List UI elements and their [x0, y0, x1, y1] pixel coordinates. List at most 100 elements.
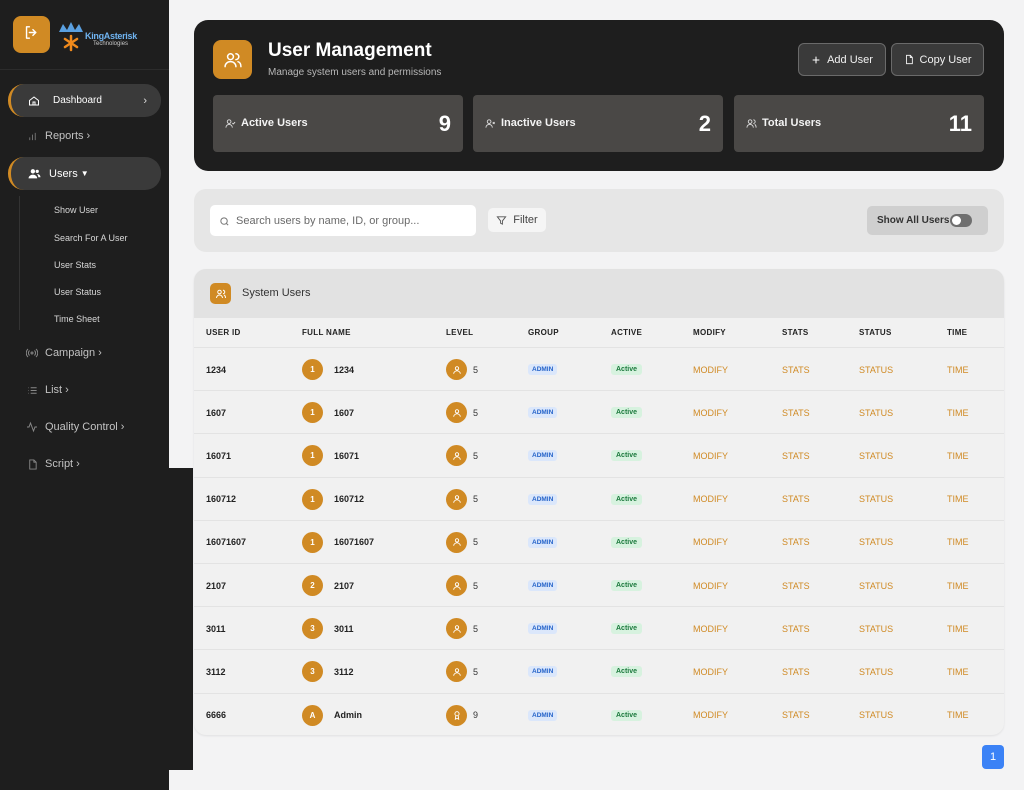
stats-link[interactable]: STATS — [782, 434, 810, 477]
sidebar-item-reports[interactable]: Reports › — [25, 130, 90, 142]
time-link[interactable]: TIME — [947, 564, 969, 607]
stats-link[interactable]: STATS — [782, 348, 810, 391]
time-link[interactable]: TIME — [947, 650, 969, 693]
chevron-right-icon: › — [86, 130, 91, 142]
time-link[interactable]: TIME — [947, 607, 969, 650]
search-input[interactable] — [236, 205, 472, 236]
toggle-switch[interactable] — [950, 214, 972, 227]
full-name: 3011 — [334, 623, 354, 634]
status-link[interactable]: STATUS — [859, 607, 893, 650]
logout-button[interactable] — [13, 16, 50, 53]
full-name-cell: A Admin — [302, 694, 362, 735]
table-row: 1607 1 1607 5 ADMIN Active MODIFY STATS STATUS TI… — [194, 390, 1004, 433]
page-button[interactable]: 1 — [982, 745, 1004, 769]
sidebar: KingAsterisk Technologies Dashboard › Re… — [0, 0, 169, 790]
filter-button[interactable]: Filter — [488, 208, 546, 232]
stats-link[interactable]: STATS — [782, 650, 810, 693]
chevron-right-icon: › — [76, 458, 80, 470]
status-link[interactable]: STATUS — [859, 434, 893, 477]
column-header[interactable]: FULL NAME — [302, 328, 351, 337]
stats-link[interactable]: STATS — [782, 478, 810, 521]
status-link[interactable]: STATUS — [859, 650, 893, 693]
user-icon — [446, 445, 467, 467]
column-header[interactable]: LEVEL — [446, 328, 473, 337]
column-header[interactable]: STATUS — [859, 328, 892, 337]
modify-link[interactable]: MODIFY — [693, 348, 728, 391]
sidebar-item-list[interactable]: List › — [25, 384, 69, 396]
avatar: 1 — [302, 488, 323, 510]
full-name-cell: 3 3011 — [302, 607, 354, 650]
stats-link[interactable]: STATS — [782, 391, 810, 434]
user-icon — [446, 618, 467, 640]
time-link[interactable]: TIME — [947, 521, 969, 564]
status-link[interactable]: STATUS — [859, 521, 893, 564]
stats-link[interactable]: STATS — [782, 521, 810, 564]
modify-link[interactable]: MODIFY — [693, 521, 728, 564]
stat-label: Inactive Users — [501, 117, 576, 129]
time-link[interactable]: TIME — [947, 348, 969, 391]
modify-link[interactable]: MODIFY — [693, 478, 728, 521]
modify-link[interactable]: MODIFY — [693, 694, 728, 735]
status-badge: Active — [611, 493, 643, 505]
sidebar-item-campaign[interactable]: Campaign › — [25, 347, 102, 359]
stat-value: 11 — [948, 111, 972, 136]
full-name: 1607 — [334, 407, 355, 418]
avatar: 1 — [302, 531, 323, 553]
table-row: 2107 2 2107 5 ADMIN Active MODIFY STATS STATUS TI… — [194, 563, 1004, 606]
active-cell: Active — [611, 434, 643, 477]
sidebar-item-users[interactable]: Users ▼ — [8, 157, 161, 190]
time-link[interactable]: TIME — [947, 694, 969, 735]
user-x-icon — [485, 118, 496, 129]
level-value: 5 — [473, 494, 479, 505]
submenu-user-status[interactable]: User Status — [54, 287, 101, 297]
column-header[interactable]: TIME — [947, 328, 967, 337]
add-user-button[interactable]: Add User — [798, 43, 886, 76]
time-link[interactable]: TIME — [947, 434, 969, 477]
column-header[interactable]: USER ID — [206, 328, 241, 337]
stats-link[interactable]: STATS — [782, 694, 810, 735]
modify-link[interactable]: MODIFY — [693, 564, 728, 607]
modify-link[interactable]: MODIFY — [693, 391, 728, 434]
user-id-cell: 3011 — [206, 623, 226, 634]
level-cell: 9 — [446, 694, 478, 735]
submenu-line — [19, 196, 20, 330]
submenu-show-user[interactable]: Show User — [54, 205, 98, 215]
sidebar-item-quality-control[interactable]: Quality Control › — [25, 421, 124, 433]
user-icon — [446, 359, 467, 380]
group-badge: ADMIN — [528, 709, 558, 721]
sidebar-item-dashboard[interactable]: Dashboard › — [8, 84, 161, 117]
page-title: User Management — [268, 40, 432, 61]
time-link[interactable]: TIME — [947, 391, 969, 434]
modify-link[interactable]: MODIFY — [693, 434, 728, 477]
column-header[interactable]: MODIFY — [693, 328, 726, 337]
user-id-cell: 6666 — [206, 710, 227, 721]
stats-link[interactable]: STATS — [782, 607, 810, 650]
sidebar-item-script[interactable]: Script › — [25, 458, 80, 470]
column-header[interactable]: GROUP — [528, 328, 559, 337]
level-cell: 5 — [446, 434, 478, 477]
group-cell: ADMIN — [528, 478, 558, 521]
active-cell: Active — [611, 391, 643, 434]
time-link[interactable]: TIME — [947, 478, 969, 521]
status-badge: Active — [611, 536, 643, 548]
status-badge: Active — [611, 709, 643, 721]
level-value: 5 — [473, 666, 479, 677]
status-link[interactable]: STATUS — [859, 478, 893, 521]
column-header[interactable]: STATS — [782, 328, 809, 337]
status-link[interactable]: STATUS — [859, 348, 893, 391]
submenu-user-stats[interactable]: User Stats — [54, 260, 96, 270]
column-header[interactable]: ACTIVE — [611, 328, 642, 337]
modify-link[interactable]: MODIFY — [693, 607, 728, 650]
status-link[interactable]: STATUS — [859, 391, 893, 434]
copy-user-button[interactable]: Copy User — [891, 43, 984, 76]
status-link[interactable]: STATUS — [859, 564, 893, 607]
stats-link[interactable]: STATS — [782, 564, 810, 607]
level-cell: 5 — [446, 650, 478, 693]
show-all-users-toggle[interactable]: Show All Users — [867, 206, 988, 235]
submenu-time-sheet[interactable]: Time Sheet — [54, 314, 100, 324]
sidebar-overlay — [169, 468, 193, 770]
modify-link[interactable]: MODIFY — [693, 650, 728, 693]
status-link[interactable]: STATUS — [859, 694, 893, 735]
level-value: 5 — [473, 364, 479, 375]
submenu-search-user[interactable]: Search For A User — [54, 233, 128, 243]
